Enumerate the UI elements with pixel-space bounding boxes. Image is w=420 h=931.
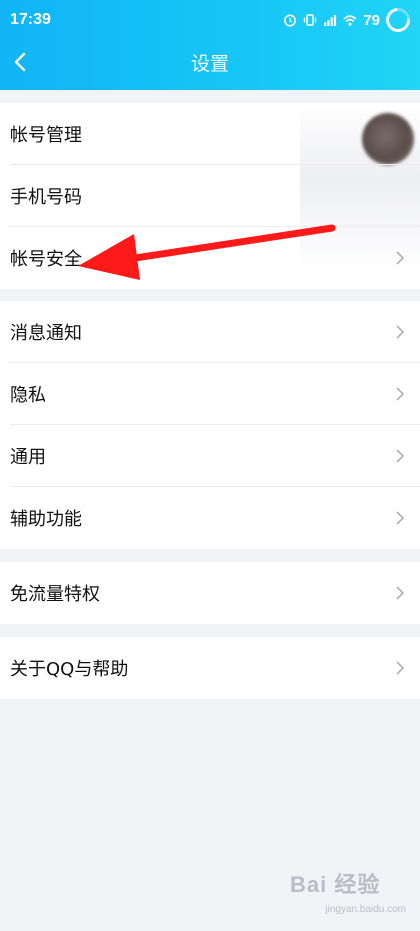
settings-item-label: 免流量特权: [10, 584, 100, 605]
chevron-right-icon: [396, 661, 405, 675]
status-time: 17:39: [10, 11, 51, 28]
settings-item-privacy[interactable]: 隐私: [0, 363, 420, 425]
status-icons: 79: [283, 3, 415, 37]
settings-item-label: 关于QQ与帮助: [10, 659, 129, 680]
settings-item-accessibility[interactable]: 辅助功能: [0, 487, 420, 549]
watermark-text: Bai 经验: [290, 872, 381, 897]
chevron-right-icon: [396, 511, 405, 525]
settings-group-data: 免流量特权: [0, 562, 420, 624]
settings-group-about: 关于QQ与帮助: [0, 637, 420, 699]
watermark-url: jingyan.baidu.com: [325, 904, 406, 915]
avatar: [362, 113, 414, 165]
status-bar: 17:39 79: [0, 0, 420, 40]
watermark-logo: Bai 经验 jingyan.baidu.com: [290, 867, 410, 917]
settings-item-account-management[interactable]: 帐号管理: [0, 103, 420, 273]
settings-item-label: 隐私: [10, 385, 46, 406]
settings-item-general[interactable]: 通用: [0, 425, 420, 487]
vibrate-icon: [304, 14, 317, 26]
alarm-icon: [284, 14, 297, 27]
settings-item-notifications[interactable]: 消息通知: [0, 301, 420, 363]
back-arrow-icon: [14, 52, 26, 72]
chevron-right-icon: [396, 449, 405, 463]
settings-item-about-help[interactable]: 关于QQ与帮助: [0, 637, 420, 699]
battery-icon: [381, 3, 415, 37]
chevron-right-icon: [396, 586, 405, 600]
app-header: 17:39 79 设置: [0, 0, 420, 90]
settings-item-label: 通用: [10, 447, 46, 468]
chevron-right-icon: [396, 387, 405, 401]
settings-item-label: 辅助功能: [10, 509, 82, 530]
nav-bar: 设置: [0, 40, 420, 85]
page-title: 设置: [190, 53, 229, 75]
annotation-arrow: [78, 224, 336, 280]
wifi-icon: [343, 15, 357, 26]
settings-item-label: 消息通知: [10, 323, 82, 344]
settings-item-label: 帐号管理: [10, 125, 82, 146]
chevron-right-icon: [396, 325, 405, 339]
signal-icon: [324, 15, 337, 26]
battery-level: 79: [363, 11, 380, 29]
settings-item-label: 手机号码: [10, 187, 82, 208]
settings-group-general: 消息通知 隐私 通用 辅助功能: [0, 301, 420, 549]
chevron-right-icon: [396, 251, 405, 265]
settings-item-free-data[interactable]: 免流量特权: [0, 562, 420, 624]
back-button[interactable]: [6, 48, 34, 76]
